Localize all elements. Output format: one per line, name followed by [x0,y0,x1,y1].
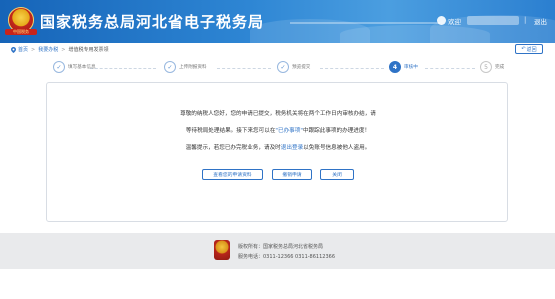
step-number: 5 [480,61,492,73]
back-button[interactable]: ↶ 返回 [515,44,543,54]
message-line-3-text: 温馨提示，若您已办完税业务，请及时 [185,145,281,151]
close-button[interactable]: 关闭 [320,169,354,180]
site-title: 国家税务总局河北省电子税务局 [40,13,265,31]
message-line-1: 尊敬的纳税人您好，您的申请已提交，税务机关将在两个工作日内审核办结，请 [180,111,376,117]
tax-logo-icon [214,240,230,260]
step-label: 审核中 [404,65,418,70]
header-divider: | [524,16,527,24]
username-redacted [467,16,519,25]
message-line-3-text: 以免账号信息被他人盗用。 [303,145,371,151]
step-label: 填写基本信息 [68,65,96,70]
breadcrumb-current: 增值税专用发票领 [68,47,109,53]
step-connector [425,68,475,69]
step-2: ✓ 上传附报资料 [164,61,207,73]
processed-items-link[interactable]: "已办事项" [275,128,303,134]
welcome-text: 欢迎 [448,18,461,26]
message-line-2: 等待税局处理结果。接下来您可以在"已办事项"中跟踪此事项的办理进度！ [47,126,509,134]
status-message-card: 尊敬的纳税人您好，您的申请已提交，税务机关将在两个工作日内审核办结，请 等待税局… [46,82,508,222]
step-progress: ✓ 填写基本信息 ✓ 上传附报资料 ✓ 预览提交 4 审核中 5 完成 [0,61,555,75]
step-3: ✓ 预览提交 [277,61,310,73]
step-connector [90,68,156,69]
message-line-2-text: 中跟踪此事项的办理进度！ [302,128,371,134]
message-line-2-text: 等待税局处理结果。接下来您可以在 [185,128,276,134]
step-1: ✓ 填写基本信息 [53,61,96,73]
return-arrow-icon: ↶ [521,46,526,52]
step-4: 4 审核中 [389,61,418,73]
location-pin-icon [11,46,16,53]
step-check-icon: ✓ [164,61,176,73]
step-5: 5 完成 [480,61,504,73]
breadcrumb: 首页 > 我要办税 > 增值税专用发票领 [11,45,108,54]
step-number: 4 [389,61,401,73]
back-button-label: 返回 [526,46,537,53]
step-label: 上传附报资料 [179,65,207,70]
step-label: 完成 [495,65,505,70]
breadcrumb-home[interactable]: 首页 [18,46,28,53]
footer-hotline: 服务电话：0311-12366 0311-86112366 [238,254,336,260]
footer-copyright: 版权所有：国家税务总局河北省税务局 [238,244,324,250]
step-label: 预览提交 [292,65,311,70]
step-check-icon: ✓ [277,61,289,73]
message-line-3: 温馨提示，若您已办完税业务，请及时退出登录以免账号信息被他人盗用。 [47,143,509,151]
site-footer: 版权所有：国家税务总局河北省税务局 服务电话：0311-12366 0311-8… [0,233,555,269]
breadcrumb-separator: > [61,46,66,53]
step-connector [217,68,271,69]
great-wall-decoration [290,22,440,32]
step-check-icon: ✓ [53,61,65,73]
logout-link[interactable]: 退出 [534,16,547,26]
site-header: 中国税务 国家税务总局河北省电子税务局 欢迎 | 退出 [0,0,555,43]
breadcrumb-separator: > [31,46,36,53]
view-application-button[interactable]: 查看您的申请资料 [202,169,263,180]
user-icon [437,16,446,25]
emblem-banner: 中国税务 [5,29,37,35]
revoke-application-button[interactable]: 撤销申请 [272,169,312,180]
logout-inline-link[interactable]: 退出登录 [281,145,303,151]
step-connector [320,68,384,69]
breadcrumb-level2[interactable]: 我要办税 [38,46,58,53]
